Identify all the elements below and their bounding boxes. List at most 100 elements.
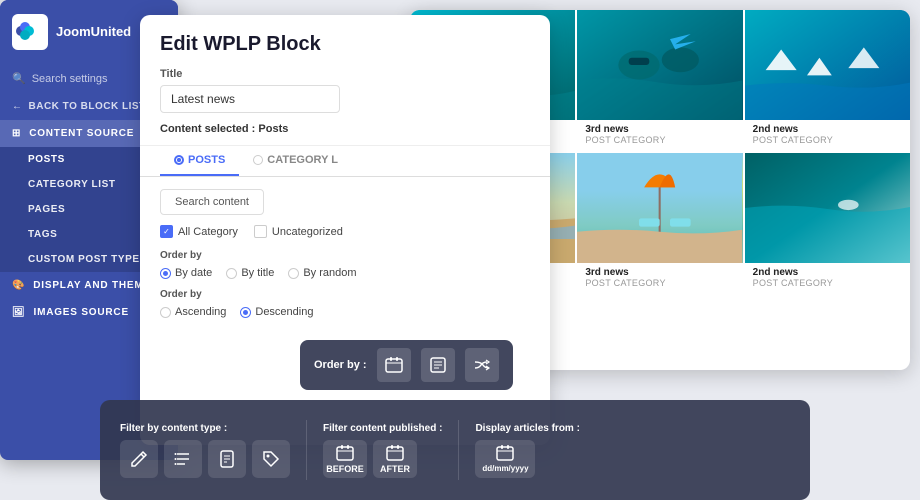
preview-item-6-title: 2nd news xyxy=(753,267,902,278)
filter-published-label: Filter content published : xyxy=(323,423,442,434)
preview-item-2-info: 3rd news POST CATEGORY xyxy=(577,120,742,151)
divider-2 xyxy=(458,420,459,480)
image-icon: 🖼 xyxy=(12,307,26,318)
tab-category[interactable]: CATEGORY L xyxy=(239,146,352,176)
filter-content-icons xyxy=(120,440,290,478)
tab-posts-label: POSTS xyxy=(188,154,225,166)
arrow-left-icon: ← xyxy=(12,101,23,112)
edit-panel-body: Search content ✓ All Category Uncategori… xyxy=(140,177,550,330)
order-ascending[interactable]: Ascending xyxy=(160,306,226,318)
tab-category-radio xyxy=(253,155,263,165)
random-radio xyxy=(288,268,299,279)
divider-1 xyxy=(306,420,307,480)
display-and-theme-left: 🎨 DISPLAY AND THEME xyxy=(12,280,151,291)
preview-item-3-cat: POST CATEGORY xyxy=(753,135,902,145)
date-label: By date xyxy=(175,267,212,279)
date-radio xyxy=(160,268,171,279)
tabs-row: POSTS CATEGORY L xyxy=(140,146,550,177)
tab-posts[interactable]: POSTS xyxy=(160,146,239,176)
before-date-button[interactable]: BEFORE xyxy=(323,440,367,478)
preview-img-2 xyxy=(577,10,742,120)
list-order-icon[interactable] xyxy=(421,348,455,382)
preview-item-5-cat: POST CATEGORY xyxy=(585,278,734,288)
edit-panel-header: Edit WPLP Block Title Content selected :… xyxy=(140,15,550,146)
tags-label: TAGS xyxy=(28,229,57,240)
preview-item-3: 2nd news POST CATEGORY xyxy=(745,10,910,151)
logo-icon xyxy=(12,14,48,50)
order-by-tooltip-label: Order by : xyxy=(314,359,367,371)
descending-radio xyxy=(240,307,251,318)
preview-item-5-title: 3rd news xyxy=(585,267,734,278)
pages-label: PAGES xyxy=(28,204,65,215)
bottom-overlay: Filter by content type : xyxy=(100,400,810,500)
ascending-radio xyxy=(160,307,171,318)
doc-icon-box[interactable] xyxy=(208,440,246,478)
after-date-button[interactable]: AFTER xyxy=(373,440,417,478)
custom-post-type-label: CUSTOM POST TYPE xyxy=(28,254,140,265)
images-source-label: IMAGES SOURCE xyxy=(34,307,129,318)
order-by-title[interactable]: By title xyxy=(226,267,274,279)
order-direction-row: Ascending Descending xyxy=(160,306,530,318)
preview-item-6: 2nd news POST CATEGORY xyxy=(745,153,910,294)
title-field-label: Title xyxy=(160,68,530,80)
order-by-tooltip: Order by : xyxy=(300,340,513,390)
search-content-button[interactable]: Search content xyxy=(160,189,264,215)
uncategorized-checkbox[interactable]: Uncategorized xyxy=(254,225,343,238)
content-source-left: ⊞ CONTENT SOURCE xyxy=(12,128,134,139)
posts-label: POSTS xyxy=(28,154,65,165)
screenshot-wrapper: JoomUnited 🔍 Search settings ← BACK TO B… xyxy=(0,0,920,500)
before-label: BEFORE xyxy=(326,464,364,474)
display-articles-date-icon[interactable]: dd/mm/yyyy xyxy=(475,440,535,478)
title-radio xyxy=(226,268,237,279)
filter-content-section: Filter by content type : xyxy=(120,423,290,478)
order-by-field-label: Order by xyxy=(160,250,530,261)
preview-item-6-cat: POST CATEGORY xyxy=(753,278,902,288)
title-label: By title xyxy=(241,267,274,279)
preview-item-2-title: 3rd news xyxy=(585,124,734,135)
edit-panel-title: Edit WPLP Block xyxy=(160,33,530,56)
order-descending[interactable]: Descending xyxy=(240,306,313,318)
title-input[interactable] xyxy=(160,85,340,113)
tab-category-label: CATEGORY L xyxy=(267,154,338,166)
preview-img-3 xyxy=(745,10,910,120)
display-articles-label: Display articles from : xyxy=(475,423,579,434)
uncategorized-label: Uncategorized xyxy=(272,226,343,238)
preview-item-6-info: 2nd news POST CATEGORY xyxy=(745,263,910,294)
grid-icon: ⊞ xyxy=(12,128,21,139)
preview-item-5: 3rd news POST CATEGORY xyxy=(577,153,742,294)
filter-content-label: Filter by content type : xyxy=(120,423,227,434)
edit-icon-box[interactable] xyxy=(120,440,158,478)
tag-icon-box[interactable] xyxy=(252,440,290,478)
back-label: BACK TO BLOCK LIST xyxy=(29,101,146,112)
order-by-radio-row: By date By title By random xyxy=(160,267,530,279)
order-by-random[interactable]: By random xyxy=(288,267,356,279)
display-theme-label: DISPLAY AND THEME xyxy=(33,280,151,291)
filter-pub-icons: BEFORE AFTER xyxy=(323,440,417,478)
descending-label: Descending xyxy=(255,306,313,318)
order-by-date[interactable]: By date xyxy=(160,267,212,279)
list-icon-box[interactable] xyxy=(164,440,202,478)
preview-item-5-info: 3rd news POST CATEGORY xyxy=(577,263,742,294)
preview-item-3-info: 2nd news POST CATEGORY xyxy=(745,120,910,151)
all-category-label: All Category xyxy=(178,226,238,238)
preview-item-2: 3rd news POST CATEGORY xyxy=(577,10,742,151)
checkbox-row: ✓ All Category Uncategorized xyxy=(160,225,530,238)
category-list-label: CATEGORY LIST xyxy=(28,179,116,190)
filter-published-section: Filter content published : BEFORE xyxy=(323,423,442,478)
tab-posts-radio xyxy=(174,155,184,165)
content-selected-label: Content selected : Posts xyxy=(160,123,530,135)
shuffle-order-icon[interactable] xyxy=(465,348,499,382)
preview-img-5 xyxy=(577,153,742,263)
search-settings-label: Search settings xyxy=(32,73,108,85)
after-label: AFTER xyxy=(380,464,410,474)
date-order-icon[interactable] xyxy=(377,348,411,382)
order-direction-label: Order by xyxy=(160,289,530,300)
logo-text: JoomUnited xyxy=(56,24,131,40)
content-source-label: CONTENT SOURCE xyxy=(29,128,134,139)
display-articles-section: Display articles from : dd/mm/yyyy xyxy=(475,423,579,478)
all-category-checkbox[interactable]: ✓ All Category xyxy=(160,225,238,238)
palette-icon: 🎨 xyxy=(12,280,25,291)
search-icon: 🔍 xyxy=(12,72,26,85)
preview-item-3-title: 2nd news xyxy=(753,124,902,135)
all-category-check-icon: ✓ xyxy=(160,225,173,238)
